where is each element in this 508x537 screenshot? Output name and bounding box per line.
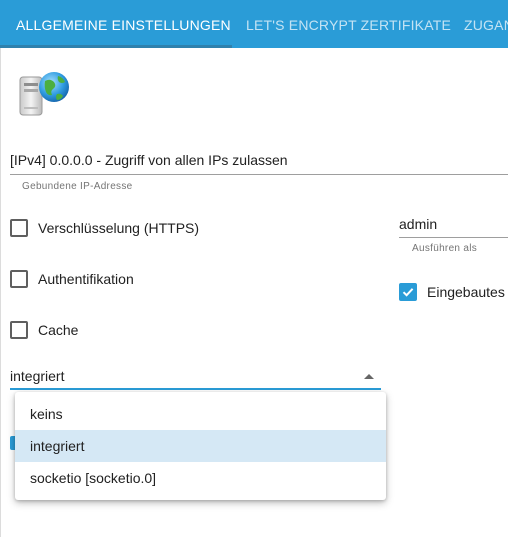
check-icon — [402, 288, 414, 297]
run-as-field[interactable]: admin — [399, 214, 508, 238]
auth-checkbox-label: Authentifikation — [38, 271, 134, 287]
bind-ip-value: [IPv4] 0.0.0.0 - Zugriff von allen IPs z… — [10, 152, 288, 168]
https-checkbox-row[interactable]: Verschlüsselung (HTTPS) — [10, 219, 199, 237]
server-globe-icon — [19, 72, 69, 116]
active-tab-indicator — [0, 45, 232, 48]
bind-ip-helper: Gebundene IP-Adresse — [22, 181, 133, 192]
auth-checkbox[interactable] — [10, 270, 28, 288]
builtin-checkbox-row[interactable]: Eingebautes — [399, 283, 505, 301]
socket-select-menu: keins integriert socketio [socketio.0] — [15, 392, 386, 500]
tab-lets-encrypt[interactable]: LET'S ENCRYPT ZERTIFIKATE — [246, 0, 451, 48]
frame-border — [0, 48, 1, 537]
https-checkbox-label: Verschlüsselung (HTTPS) — [38, 220, 200, 236]
socket-select-underline — [10, 388, 381, 390]
builtin-checkbox[interactable] — [399, 283, 417, 301]
run-as-underline — [399, 237, 508, 238]
cache-checkbox-row[interactable]: Cache — [10, 321, 78, 339]
socket-select-value: integriert — [10, 368, 65, 384]
tab-bar: ALLGEMEINE EINSTELLUNGEN LET'S ENCRYPT Z… — [0, 0, 508, 48]
builtin-checkbox-label: Eingebautes — [427, 284, 505, 300]
menu-option-integriert[interactable]: integriert — [15, 430, 386, 462]
tab-access-control[interactable]: ZUGANGSKONTROLLE — [464, 0, 508, 48]
cache-checkbox[interactable] — [10, 321, 28, 339]
https-checkbox[interactable] — [10, 219, 28, 237]
bind-ip-underline — [10, 174, 508, 175]
cache-checkbox-label: Cache — [38, 322, 79, 338]
tab-general-settings[interactable]: ALLGEMEINE EINSTELLUNGEN — [16, 0, 231, 48]
socket-select[interactable]: integriert — [10, 364, 381, 390]
menu-option-socketio[interactable]: socketio [socketio.0] — [15, 462, 386, 494]
run-as-value: admin — [399, 216, 438, 232]
menu-option-keins[interactable]: keins — [15, 398, 386, 430]
arrow-up-icon — [364, 374, 374, 379]
auth-checkbox-row[interactable]: Authentifikation — [10, 270, 134, 288]
run-as-helper: Ausführen als — [412, 243, 478, 254]
bind-ip-field[interactable]: [IPv4] 0.0.0.0 - Zugriff von allen IPs z… — [10, 150, 508, 176]
